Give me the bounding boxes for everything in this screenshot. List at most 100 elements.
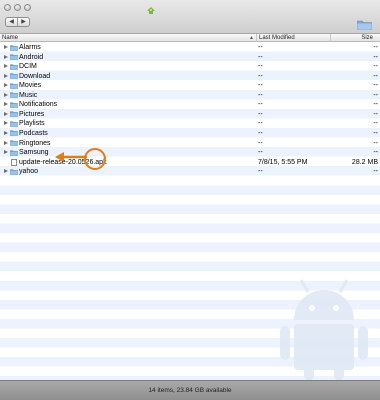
- status-bar: 14 items, 23.84 GB available: [0, 380, 380, 400]
- file-size: --: [373, 44, 378, 51]
- folder-row[interactable]: Download -- --: [0, 72, 380, 82]
- folder-icon: [10, 121, 18, 127]
- file-size: --: [373, 91, 378, 99]
- disclosure-triangle-icon[interactable]: [4, 92, 8, 97]
- file-size: --: [373, 129, 378, 137]
- file-modified: --: [258, 149, 263, 157]
- file-modified: --: [258, 129, 263, 137]
- folder-icon: [10, 73, 18, 80]
- column-divider: [330, 34, 331, 42]
- back-button[interactable]: ◀: [6, 18, 17, 26]
- zoom-window-button[interactable]: [24, 4, 31, 11]
- file-size: --: [373, 82, 378, 90]
- folder-row[interactable]: Alarms -- --: [0, 43, 380, 53]
- disclosure-triangle-icon[interactable]: [4, 45, 8, 49]
- folder-icon: [10, 83, 18, 89]
- file-modified: --: [258, 44, 263, 51]
- navigation-buttons: ◀ ▶: [5, 17, 30, 27]
- file-size: --: [373, 120, 378, 128]
- disclosure-triangle-icon[interactable]: [4, 73, 8, 78]
- disclosure-triangle-icon[interactable]: [4, 102, 8, 107]
- file-modified: --: [258, 101, 263, 109]
- folder-row[interactable]: Notifications -- --: [0, 100, 380, 110]
- file-modified: 7/8/15, 5:55 PM: [258, 158, 308, 166]
- last-modified-column-header[interactable]: Last Modified: [256, 34, 295, 42]
- file-modified: --: [258, 63, 263, 71]
- name-column-header[interactable]: Name: [2, 35, 18, 41]
- folder-icon: [10, 92, 18, 99]
- sort-indicator-icon: ▲: [249, 35, 254, 41]
- file-list: Alarms -- -- Android -- -- DCIM -- -- Download -- -…: [0, 42, 380, 380]
- close-window-button[interactable]: [4, 4, 11, 11]
- file-modified: --: [258, 139, 263, 147]
- file-name: yahoo: [19, 168, 39, 176]
- file-name: Android: [19, 53, 44, 61]
- file-name: Podcasts: [19, 129, 48, 137]
- folder-icon: [10, 44, 18, 51]
- folder-icon: [10, 169, 18, 175]
- file-size: --: [373, 168, 378, 176]
- disclosure-triangle-icon[interactable]: [4, 64, 8, 69]
- file-name: Playlists: [19, 120, 45, 128]
- file-modified: --: [258, 82, 263, 90]
- file-name: Alarms: [19, 44, 41, 51]
- disclosure-triangle-icon[interactable]: [4, 130, 8, 135]
- android-watermark-icon: [280, 279, 368, 380]
- annotation-arrow: [55, 152, 87, 162]
- status-text: 14 items, 23.84 GB available: [148, 387, 232, 394]
- file-name: Movies: [19, 82, 42, 90]
- disclosure-triangle-icon[interactable]: [4, 140, 8, 145]
- folder-row[interactable]: Movies -- --: [0, 81, 380, 91]
- file-size: 28.2 MB: [351, 158, 378, 166]
- disclosure-triangle-icon[interactable]: [4, 169, 8, 174]
- disclosure-triangle-icon[interactable]: [4, 150, 8, 155]
- disclosure-triangle-icon[interactable]: [4, 121, 8, 126]
- folder-row[interactable]: Android -- --: [0, 53, 380, 63]
- file-size: --: [373, 110, 378, 118]
- file-size: --: [373, 101, 378, 109]
- folder-row[interactable]: DCIM -- --: [0, 62, 380, 72]
- folder-icon: [10, 64, 18, 70]
- file-name: Pictures: [19, 110, 45, 118]
- file-name: DCIM: [19, 63, 37, 71]
- size-column-header[interactable]: Size: [361, 35, 373, 41]
- folder-row[interactable]: Playlists -- --: [0, 119, 380, 129]
- folder-icon: [10, 102, 18, 108]
- file-name: Samsung: [19, 149, 49, 157]
- folder-row[interactable]: Ringtones -- --: [0, 139, 380, 149]
- folder-icon: [10, 54, 18, 60]
- folder-icon: [10, 149, 18, 156]
- android-transfer-icon: [147, 7, 155, 14]
- file-modified: --: [258, 120, 263, 128]
- file-size: --: [373, 139, 378, 147]
- folder-row[interactable]: yahoo -- --: [0, 167, 380, 177]
- file-modified: --: [258, 72, 263, 80]
- file-modified: --: [258, 168, 263, 176]
- document-icon: [11, 158, 17, 167]
- folder-icon: [10, 140, 18, 146]
- file-size: --: [373, 63, 378, 71]
- window-toolbar: ◀ ▶: [0, 0, 380, 34]
- disclosure-triangle-icon[interactable]: [4, 54, 8, 59]
- folder-row[interactable]: Pictures -- --: [0, 110, 380, 120]
- file-modified: --: [258, 110, 263, 118]
- new-folder-icon[interactable]: [357, 19, 372, 30]
- disclosure-triangle-icon[interactable]: [4, 83, 8, 88]
- file-modified: --: [258, 91, 263, 99]
- forward-button[interactable]: ▶: [17, 18, 29, 26]
- file-name: Download: [19, 72, 51, 80]
- file-name: Notifications: [19, 101, 58, 109]
- minimize-window-button[interactable]: [14, 4, 21, 11]
- disclosure-triangle-icon[interactable]: [4, 111, 8, 116]
- folder-icon: [10, 111, 18, 118]
- folder-icon: [10, 130, 18, 137]
- folder-row[interactable]: Podcasts -- --: [0, 129, 380, 139]
- file-size: --: [373, 72, 378, 80]
- folder-row[interactable]: Music -- --: [0, 91, 380, 101]
- file-modified: --: [258, 53, 263, 61]
- file-size: --: [373, 53, 378, 61]
- file-size: --: [373, 149, 378, 157]
- annotation-circle: [84, 148, 106, 170]
- file-name: Music: [19, 91, 38, 99]
- file-name: Ringtones: [19, 139, 51, 147]
